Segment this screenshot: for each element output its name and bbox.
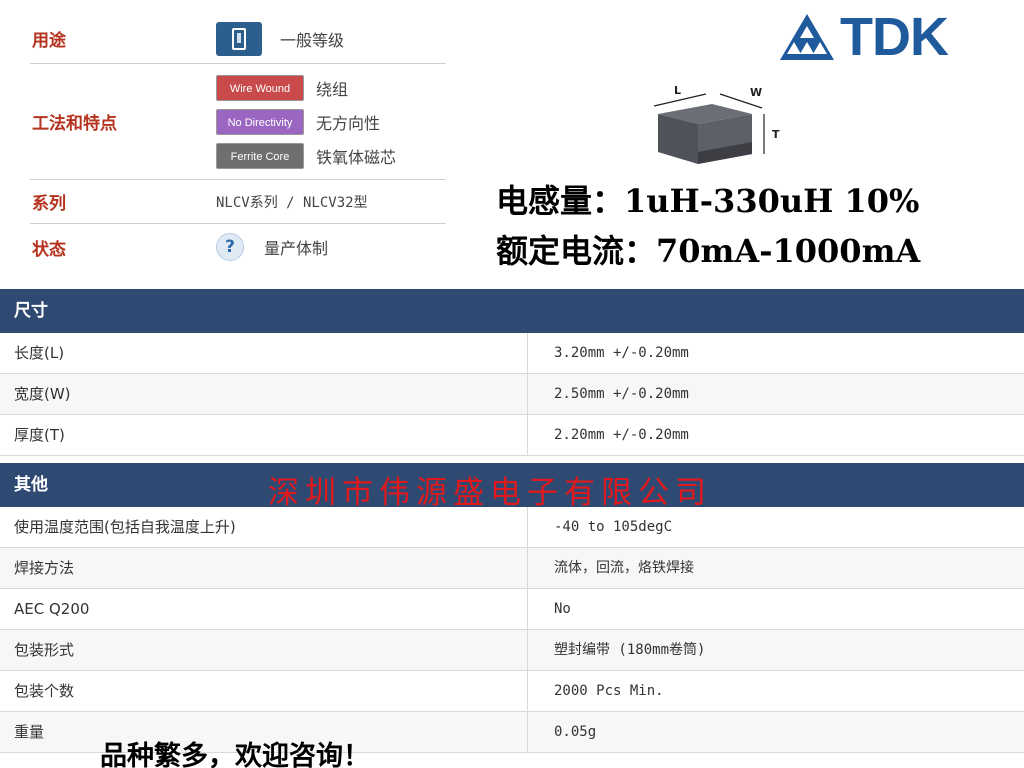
spec-name: 包装形式: [0, 630, 528, 670]
thickness-label: T: [772, 128, 780, 141]
status-label: 状态: [32, 239, 66, 260]
spec-value: 3.20mm +/-0.20mm: [554, 345, 689, 361]
spec-value: 2.20mm +/-0.20mm: [554, 427, 689, 443]
width-label: W: [750, 86, 762, 99]
tdk-logo-text: TDK: [840, 7, 949, 67]
ferrite-core-badge: Ferrite Core: [216, 142, 304, 169]
tdk-logo: TDK: [778, 7, 1022, 67]
feature-text: 绕组: [316, 79, 349, 99]
help-question-icon[interactable]: ?: [216, 233, 244, 261]
slogan-text: 品种繁多，欢迎咨询！: [100, 741, 370, 768]
table-row: 包装个数 2000 Pcs Min.: [0, 671, 1024, 712]
spec-value: -40 to 105degC: [554, 519, 673, 535]
series-value: NLCV系列 / NLCV32型: [216, 194, 368, 211]
table-row: 使用温度范围(包括自我温度上升) -40 to 105degC: [0, 507, 1024, 548]
spec-value: 2.50mm +/-0.20mm: [554, 386, 689, 402]
company-name: 深圳市伟源盛电子有限公司: [268, 475, 712, 511]
usage-row: 用途 一般等级: [30, 14, 446, 64]
spec-name: 使用温度范围(包括自我温度上升): [0, 507, 528, 547]
spec-value: 0.05g: [554, 724, 597, 740]
table-row: 长度(L) 3.20mm +/-0.20mm: [0, 333, 1024, 374]
spec-name: 焊接方法: [0, 548, 528, 588]
inductance-spec: 电感量：1uH-330uH 10%: [496, 182, 920, 220]
no-directivity-badge: No Directivity: [216, 108, 304, 135]
feature-ferrite-core: Ferrite Core 铁氧体磁芯: [216, 142, 397, 169]
spec-value: 2000 Pcs Min.: [554, 683, 664, 699]
inductor-chip-image: L W T: [653, 84, 780, 164]
spec-value: No: [554, 601, 571, 617]
spec-name: AEC Q200: [0, 589, 528, 629]
feature-no-directivity: No Directivity 无方向性: [216, 108, 396, 135]
feature-text: 铁氧体磁芯: [316, 147, 397, 167]
process-row: 工法和特点 Wire Wound 绕组 No Directivity 无方向性 …: [30, 64, 446, 180]
wire-wound-badge: Wire Wound: [216, 74, 304, 101]
product-info: 用途 一般等级 工法和特点 Wire Wound 绕组 No Directivi…: [30, 14, 446, 270]
feature-wire-wound: Wire Wound 绕组: [216, 74, 396, 101]
other-table: 使用温度范围(包括自我温度上升) -40 to 105degC 焊接方法 流体，…: [0, 507, 1024, 753]
table-row: 包装形式 塑封编带 (180mm卷筒): [0, 630, 1024, 671]
spec-name: 宽度(W): [0, 374, 528, 414]
series-label: 系列: [32, 194, 66, 214]
usage-value: 一般等级: [280, 30, 345, 50]
table-row: AEC Q200 No: [0, 589, 1024, 630]
process-label: 工法和特点: [32, 114, 117, 134]
spec-value: 流体，回流，烙铁焊接: [554, 560, 694, 576]
table-row: 宽度(W) 2.50mm +/-0.20mm: [0, 374, 1024, 415]
table-row: 厚度(T) 2.20mm +/-0.20mm: [0, 415, 1024, 456]
rated-current-spec: 额定电流：70mA-1000mA: [496, 232, 921, 270]
spec-name: 包装个数: [0, 671, 528, 711]
mobile-device-icon: [216, 21, 262, 56]
spec-name: 厚度(T): [0, 415, 528, 455]
tdk-emblem-icon: [780, 14, 834, 60]
feature-text: 无方向性: [316, 113, 381, 133]
usage-label: 用途: [32, 31, 66, 51]
status-row: 状态 ? 量产体制: [30, 224, 446, 270]
series-row: 系列 NLCV系列 / NLCV32型: [30, 180, 446, 224]
dimensions-header: 尺寸: [0, 289, 1024, 333]
spec-value: 塑封编带 (180mm卷筒): [554, 642, 706, 658]
length-label: L: [674, 84, 681, 97]
dimensions-table: 长度(L) 3.20mm +/-0.20mm 宽度(W) 2.50mm +/-0…: [0, 333, 1024, 456]
spec-name: 长度(L): [0, 333, 528, 373]
table-row: 焊接方法 流体，回流，烙铁焊接: [0, 548, 1024, 589]
status-value: 量产体制: [264, 239, 329, 258]
